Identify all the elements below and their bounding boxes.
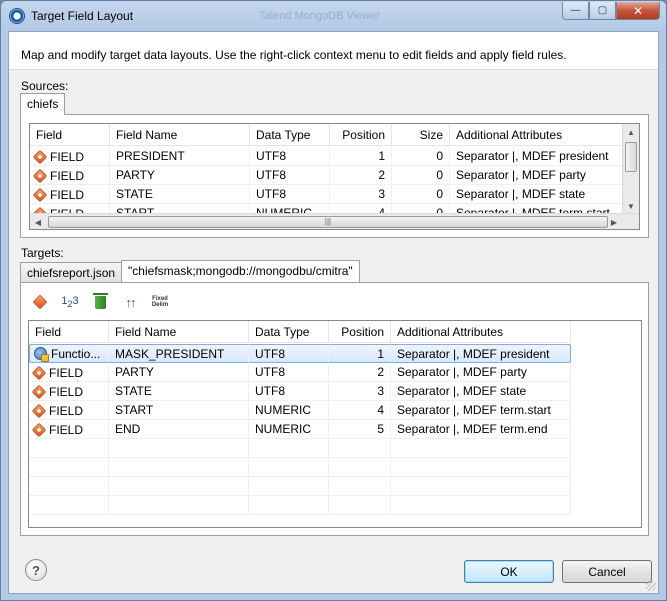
close-icon: ✕: [632, 3, 644, 18]
field-icon: [31, 403, 47, 418]
field-icon: [32, 149, 48, 164]
sources-col-position[interactable]: Position: [330, 124, 392, 146]
help-icon: ?: [32, 562, 40, 578]
renumber-button[interactable]: 123: [61, 293, 79, 311]
dialog-description: Map and modify target data layouts. Use …: [21, 48, 567, 62]
horizontal-scroll-thumb[interactable]: |||: [48, 216, 608, 228]
sources-col-data-type[interactable]: Data Type: [250, 124, 330, 146]
sources-col-field-name[interactable]: Field Name: [110, 124, 250, 146]
fixed-delim-button[interactable]: Fixed Delim: [151, 293, 169, 311]
sources-col-size[interactable]: Size: [392, 124, 450, 146]
scroll-down-icon[interactable]: ▼: [623, 198, 639, 214]
cancel-button[interactable]: Cancel: [562, 560, 652, 583]
table-row[interactable]: FIELD PARTY UTF8 2 0 Separator |, MDEF p…: [30, 166, 625, 185]
help-button[interactable]: ?: [25, 559, 47, 581]
sources-horizontal-scrollbar[interactable]: ◀ ||| ▶: [30, 213, 639, 229]
resize-grip[interactable]: [646, 581, 656, 591]
field-icon: [31, 384, 47, 399]
table-row[interactable]: FIELD STATE UTF8 3 0 Separator |, MDEF s…: [30, 185, 625, 204]
app-icon: [9, 8, 25, 24]
sources-label: Sources:: [21, 79, 69, 93]
empty-row: [29, 458, 571, 477]
sources-table: Field Field Name Data Type Position Size…: [29, 123, 640, 230]
fixed-delim-icon: Fixed Delim: [151, 296, 169, 308]
tab-chiefs[interactable]: chiefs: [20, 93, 66, 115]
sources-tabs: chiefs: [20, 93, 66, 115]
sources-table-header: Field Field Name Data Type Position Size…: [30, 124, 625, 146]
table-row-selected[interactable]: Functio... MASK_PRESIDENT UTF8 1 Separat…: [29, 344, 571, 363]
empty-row: [29, 439, 571, 458]
scroll-thumb[interactable]: [625, 142, 637, 172]
sources-col-attributes[interactable]: Additional Attributes: [450, 124, 625, 146]
targets-tabs: chiefsreport.json "chiefsmask;mongodb://…: [20, 260, 360, 282]
table-row[interactable]: FIELD STATE UTF8 3 Separator |, MDEF sta…: [29, 382, 571, 401]
targets-table-header: Field Field Name Data Type Position Addi…: [29, 321, 571, 343]
title-bar[interactable]: Target Field Layout Talend MongoDB Viewe…: [1, 1, 666, 31]
sources-vertical-scrollbar[interactable]: ▲ ▼: [622, 124, 639, 214]
ok-button[interactable]: OK: [464, 560, 554, 583]
function-icon: [34, 347, 49, 362]
tab-chiefsmask-mongodb[interactable]: "chiefsmask;mongodb://mongodbu/cmitra": [121, 260, 360, 282]
empty-row: [29, 496, 571, 515]
close-button[interactable]: ✕: [616, 2, 660, 20]
targets-table-body: Functio... MASK_PRESIDENT UTF8 1 Separat…: [29, 344, 571, 515]
targets-col-field[interactable]: Field: [29, 321, 109, 343]
targets-table: Field Field Name Data Type Position Addi…: [28, 320, 642, 528]
numbering-icon: 123: [61, 294, 79, 310]
field-rules-icon: ↑↑: [125, 294, 137, 310]
description-band: Map and modify target data layouts. Use …: [9, 32, 658, 70]
scroll-up-icon[interactable]: ▲: [623, 124, 639, 140]
targets-col-field-name[interactable]: Field Name: [109, 321, 249, 343]
field-icon: [32, 187, 48, 202]
field-rules-button[interactable]: ↑↑: [121, 293, 139, 311]
targets-label: Targets:: [21, 246, 64, 260]
field-icon: [31, 365, 47, 380]
dialog-body: Map and modify target data layouts. Use …: [8, 31, 659, 594]
background-window-title: Talend MongoDB Viewer: [259, 10, 380, 22]
targets-col-data-type[interactable]: Data Type: [249, 321, 329, 343]
sources-panel: Field Field Name Data Type Position Size…: [20, 114, 649, 238]
maximize-icon: ▢: [597, 4, 608, 16]
dialog-window: Target Field Layout Talend MongoDB Viewe…: [0, 0, 667, 601]
maximize-button[interactable]: ▢: [589, 2, 616, 20]
targets-toolbar: 123 ↑↑ Fixed Delim: [17, 290, 649, 314]
table-row[interactable]: FIELD PARTY UTF8 2 Separator |, MDEF par…: [29, 363, 571, 382]
window-title: Target Field Layout: [31, 9, 134, 23]
sources-col-field[interactable]: Field: [30, 124, 110, 146]
add-field-button[interactable]: [31, 293, 49, 311]
table-row[interactable]: FIELD PRESIDENT UTF8 1 0 Separator |, MD…: [30, 147, 625, 166]
field-icon: [32, 168, 48, 183]
empty-row: [29, 477, 571, 496]
targets-col-position[interactable]: Position: [329, 321, 391, 343]
minimize-button[interactable]: —: [562, 2, 589, 20]
table-row[interactable]: FIELD END NUMERIC 5 Separator |, MDEF te…: [29, 420, 571, 439]
tab-chiefsreport-json[interactable]: chiefsreport.json: [20, 262, 123, 282]
trash-icon: [92, 292, 108, 309]
scroll-left-icon[interactable]: ◀: [30, 214, 46, 229]
delete-field-button[interactable]: [91, 292, 109, 311]
field-icon: [31, 422, 47, 437]
targets-col-attributes[interactable]: Additional Attributes: [391, 321, 571, 343]
minimize-icon: —: [570, 4, 581, 16]
sources-table-body: FIELD PRESIDENT UTF8 1 0 Separator |, MD…: [30, 147, 625, 223]
add-field-icon: [32, 294, 48, 310]
scroll-right-icon[interactable]: ▶: [606, 214, 622, 229]
table-row[interactable]: FIELD START NUMERIC 4 Separator |, MDEF …: [29, 401, 571, 420]
